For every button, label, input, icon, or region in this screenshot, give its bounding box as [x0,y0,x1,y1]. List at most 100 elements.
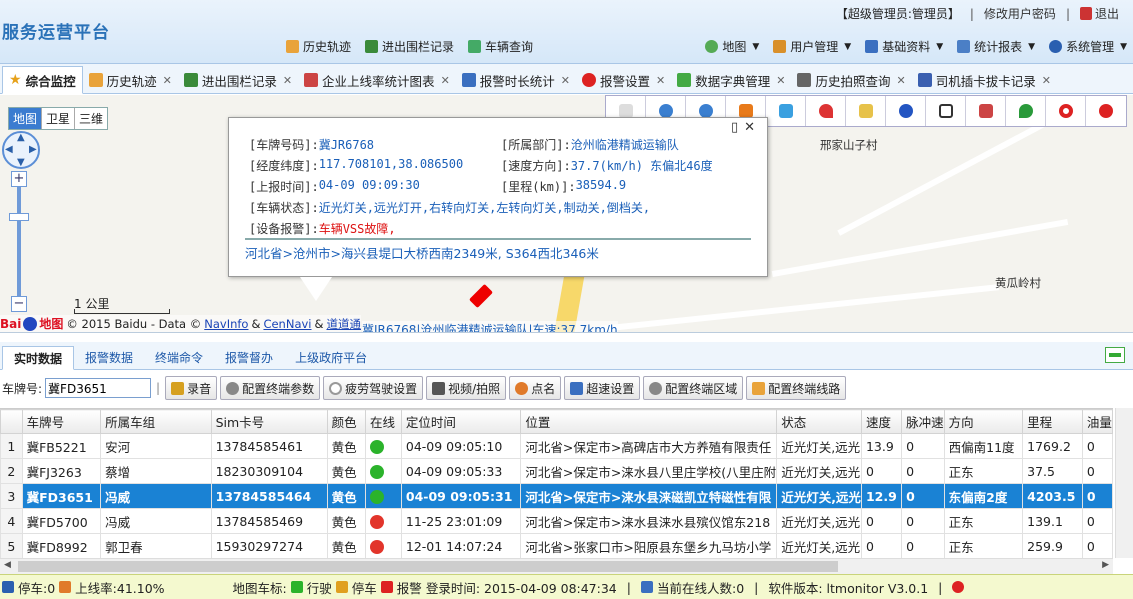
tab-online-rate-chart[interactable]: 企业上线率统计图表 ✕ [298,67,456,93]
quick-vehicle-query[interactable]: 车辆查询 [468,38,533,55]
daodaotong-link[interactable]: 道道通 [326,316,361,332]
column-header[interactable]: 脉冲速 [901,409,945,434]
table-row[interactable]: 5 冀FD8992 郭卫春 15930297274 黄色 12-01 14:07:24 河北… [0,533,1113,558]
tab-driver-card-record[interactable]: 司机插卡拔卡记录 ✕ [912,67,1057,93]
close-icon[interactable]: ✕ [283,74,292,87]
map-type-satellite[interactable]: 卫星 [42,108,76,129]
navinfo-link[interactable]: NavInfo [204,317,248,331]
quick-history-track[interactable]: 历史轨迹 [286,38,351,55]
tab-realtime-data[interactable]: 实时数据 [2,346,75,370]
overspeed-settings-button[interactable]: 超速设置 [564,376,641,400]
tab-alarm-duration[interactable]: 报警时长统计 ✕ [456,67,576,93]
arrow-right-icon[interactable]: ▶ [1102,560,1109,570]
place-label: 邢家山子村 [820,138,878,152]
tab-gov-platform[interactable]: 上级政府平台 [284,345,378,369]
map-pan-control[interactable]: ▲ ▼ ◀ ▶ [2,131,40,169]
config-terminal-route-button[interactable]: 配置终端线路 [746,376,847,400]
zoom-out-button[interactable]: − [11,296,27,312]
online-status-icon [370,464,385,479]
column-header[interactable]: 方向 [943,409,1024,434]
tool-circle[interactable] [886,96,926,126]
menu-statistics[interactable]: 统计报表 ▼ [957,38,1035,55]
arrow-left-icon[interactable]: ◀ [5,144,13,155]
map-type-3d[interactable]: 三维 [75,108,107,129]
column-header[interactable]: Sim卡号 [210,409,328,434]
menu-user-management[interactable]: 用户管理 ▼ [773,38,851,55]
tool-polygon[interactable] [926,96,966,126]
tool-location-pin[interactable] [1006,96,1046,126]
zoom-in-button[interactable]: + [11,171,27,187]
tool-edit[interactable] [846,96,886,126]
column-header[interactable]: 车牌号 [21,409,102,434]
column-header[interactable]: 里程 [1022,409,1083,434]
change-password-link[interactable]: 修改用户密码 [984,5,1056,22]
tab-photo-query[interactable]: 历史拍照查询 ✕ [791,67,911,93]
video-photo-button[interactable]: 视频/拍照 [426,376,507,400]
popup-close-button[interactable]: ✕ [744,120,755,135]
tab-fence-record[interactable]: 进出围栏记录 ✕ [178,67,298,93]
vehicle-marker[interactable] [468,283,494,309]
scrollbar-thumb[interactable] [18,561,838,572]
tab-alarm-settings[interactable]: 报警设置 ✕ [576,67,671,93]
tab-alarm-supervise[interactable]: 报警督办 [214,345,284,369]
column-header[interactable]: 位置 [520,409,778,434]
close-icon[interactable]: ✕ [776,74,785,87]
tool-rectangle[interactable] [766,96,806,126]
close-icon[interactable]: ✕ [561,74,570,87]
cell-color: 黄色 [326,533,367,558]
arrow-down-icon[interactable]: ▼ [17,157,25,168]
menu-basic-data[interactable]: 基础资料 ▼ [865,38,943,55]
tool-stop[interactable] [1086,96,1126,126]
menu-system[interactable]: 系统管理 ▼ [1049,38,1127,55]
tool-add-marker[interactable] [806,96,846,126]
close-icon[interactable]: ✕ [656,74,665,87]
tool-record[interactable] [1046,96,1086,126]
cell-mileage: 1769.2 [1022,433,1083,459]
arrow-left-icon[interactable]: ◀ [4,560,11,570]
roll-call-button[interactable]: 点名 [509,376,562,400]
tool-route[interactable] [966,96,1006,126]
phone-icon[interactable]: ▯ [731,120,738,135]
table-row[interactable]: 4 冀FD5700 冯威 13784585469 黄色 11-25 23:01:09 河北省… [0,508,1113,534]
column-header[interactable]: 状态 [776,409,862,434]
tab-alarm-data[interactable]: 报警数据 [74,345,144,369]
tab-terminal-command[interactable]: 终端命令 [144,345,214,369]
vertical-scrollbar[interactable] [1115,408,1133,558]
cennavi-link[interactable]: CenNavi [263,317,311,331]
config-terminal-params-button[interactable]: 配置终端参数 [220,376,321,400]
logout-link[interactable]: 退出 [1079,5,1119,22]
table-row[interactable]: 1 冀FB5221 安河 13784585461 黄色 04-09 09:05:10 河北省… [0,433,1113,459]
menu-map[interactable]: 地图 ▼ [705,38,759,55]
zoom-slider[interactable] [17,187,21,307]
arrow-up-icon[interactable]: ▲ [17,132,25,143]
table-row[interactable]: 3 冀FD3651 冯威 13784585464 黄色 04-09 09:05:31 河北省… [0,483,1113,509]
tab-data-dictionary[interactable]: 数据字典管理 ✕ [671,67,791,93]
close-icon[interactable]: ✕ [441,74,450,87]
tab-history-track[interactable]: 历史轨迹 ✕ [83,67,178,93]
plate-input[interactable] [45,378,152,398]
zoom-knob[interactable] [9,213,29,221]
fatigue-driving-button[interactable]: 疲劳驾驶设置 [323,376,424,400]
column-header[interactable]: 在线 [365,409,402,434]
alarm-sound-icon[interactable] [952,581,965,593]
users-icon [640,581,653,593]
column-header[interactable]: 所属车组 [100,409,212,434]
close-icon[interactable]: ✕ [163,74,172,87]
close-icon[interactable]: ✕ [897,74,906,87]
arrow-right-icon[interactable]: ▶ [29,144,37,155]
column-header[interactable]: 速度 [860,409,903,434]
close-icon[interactable]: ✕ [1042,74,1051,87]
collapse-panel-button[interactable] [1105,347,1125,363]
horizontal-scrollbar[interactable]: ◀ ▶ [0,558,1113,574]
column-header[interactable]: 颜色 [326,409,367,434]
map-type-map[interactable]: 地图 [9,108,43,129]
map-view[interactable]: 邢家山子村 黄瓜岭村 地图 卫星 三维 ▲ ▼ ◀ ▶ + − 1 公里 Bai… [0,95,1133,333]
column-header[interactable]: 定位时间 [400,409,522,434]
record-audio-button[interactable]: 录音 [165,376,218,400]
column-header[interactable]: 油量 [1081,409,1113,434]
cell-plate: 冀FB5221 [21,433,102,459]
table-row[interactable]: 2 冀FJ3263 蔡增 18230309104 黄色 04-09 09:05:33 河北省… [0,458,1113,484]
tab-overview-monitor[interactable]: ★ 综合监控 [2,66,83,94]
quick-fence-record[interactable]: 进出围栏记录 [365,38,454,55]
config-terminal-area-button[interactable]: 配置终端区域 [643,376,744,400]
